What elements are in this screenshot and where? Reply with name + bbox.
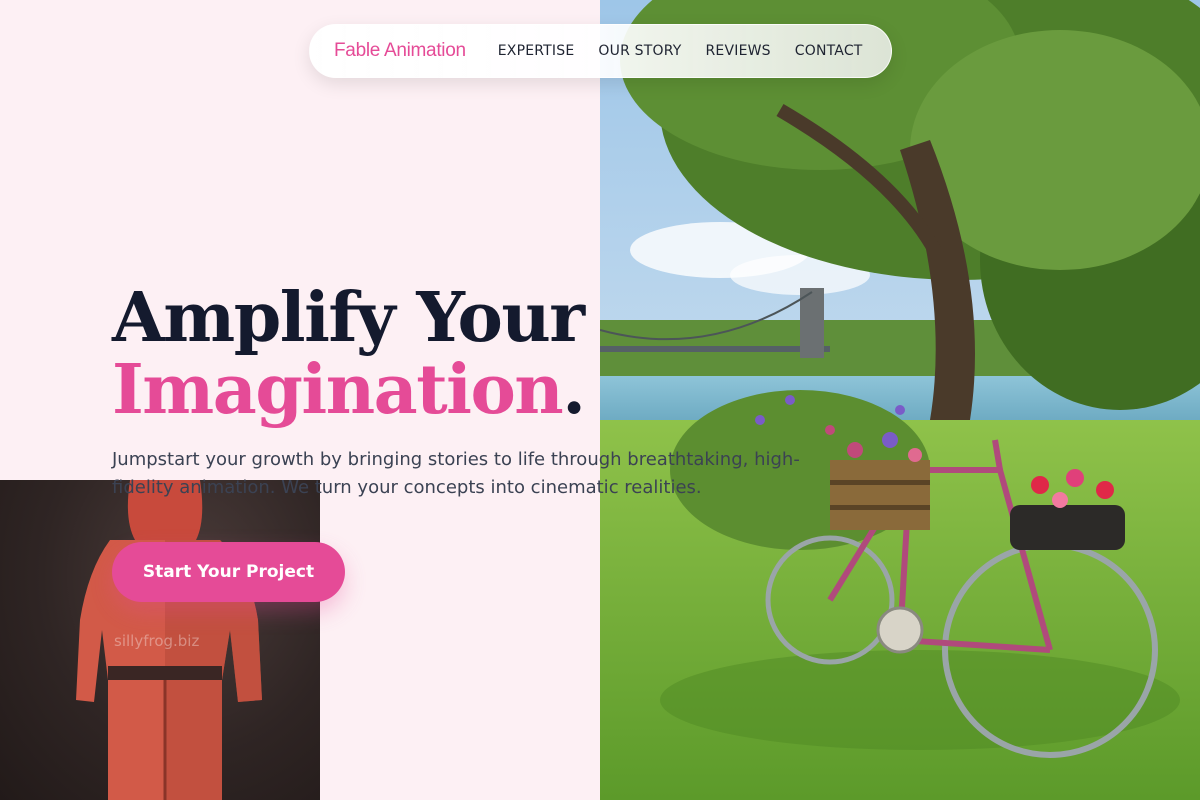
headline-line-1: Amplify Your bbox=[112, 278, 585, 358]
render-watermark: sillyfrog.biz bbox=[114, 632, 200, 650]
landing-page: sillyfrog.biz Fable Animation EXPERTISE … bbox=[0, 0, 1200, 800]
headline-accent-word: Imagination bbox=[112, 350, 564, 430]
render-photo: sillyfrog.biz bbox=[0, 480, 320, 800]
nav-link-reviews[interactable]: REVIEWS bbox=[706, 43, 771, 59]
headline-period: . bbox=[562, 350, 586, 430]
nav-link-our-story[interactable]: OUR STORY bbox=[598, 43, 681, 59]
top-navigation: Fable Animation EXPERTISE OUR STORY REVI… bbox=[309, 24, 892, 78]
hero-headline: Amplify Your Imagination. bbox=[112, 278, 586, 426]
headline-line-2: Imagination. bbox=[112, 354, 586, 426]
brand-logo[interactable]: Fable Animation bbox=[334, 40, 466, 62]
nav-link-contact[interactable]: CONTACT bbox=[795, 43, 863, 59]
nav-links: EXPERTISE OUR STORY REVIEWS CONTACT bbox=[498, 43, 863, 59]
start-project-button[interactable]: Start Your Project bbox=[112, 542, 345, 602]
hero-subtitle: Jumpstart your growth by bringing storie… bbox=[112, 449, 800, 498]
hero-photo bbox=[600, 0, 1200, 800]
nav-link-expertise[interactable]: EXPERTISE bbox=[498, 43, 575, 59]
